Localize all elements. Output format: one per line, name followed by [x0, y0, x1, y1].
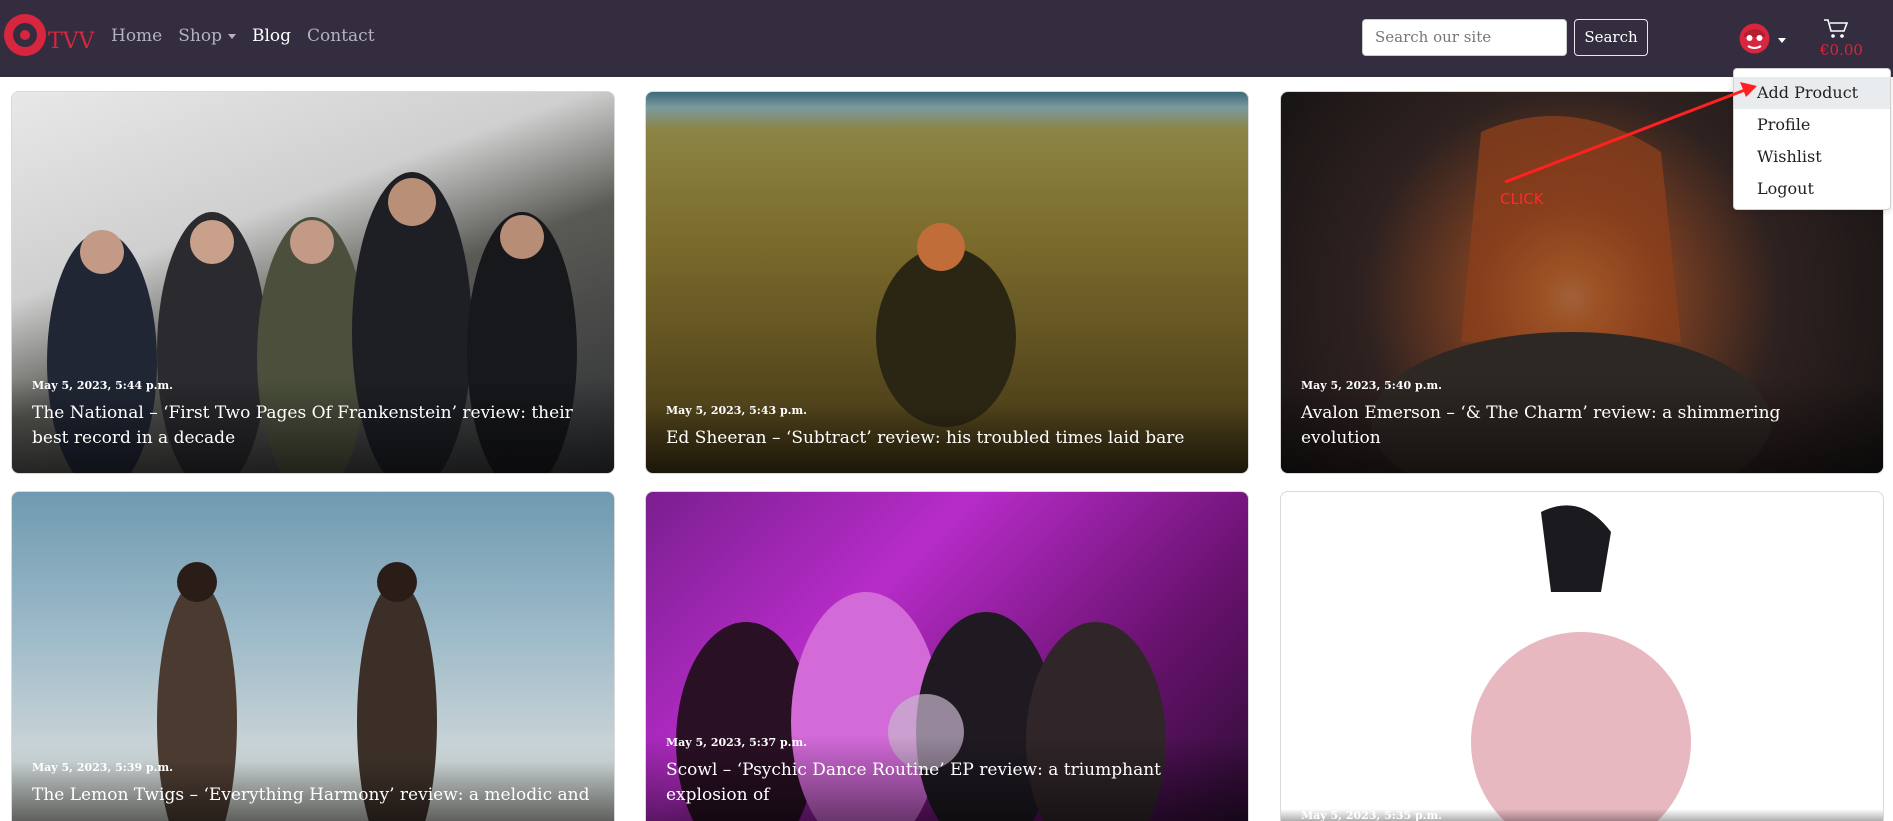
search-input[interactable]: Search our site — [1362, 19, 1567, 56]
nav-home[interactable]: Home — [111, 26, 162, 46]
post-date: May 5, 2023, 5:43 p.m. — [666, 404, 807, 417]
post-date: May 5, 2023, 5:37 p.m. — [666, 736, 807, 749]
brand-name: TVV — [48, 28, 95, 54]
user-avatar-icon[interactable] — [1737, 21, 1772, 56]
blog-card[interactable]: May 5, 2023, 5:43 p.m. Ed Sheeran – ‘Sub… — [645, 91, 1249, 474]
card-caption: May 5, 2023, 5:40 p.m. Avalon Emerson – … — [1281, 379, 1883, 473]
menu-item-logout[interactable]: Logout — [1734, 173, 1890, 205]
post-title[interactable]: Scowl – ‘Psychic Dance Routine’ EP revie… — [666, 758, 1228, 808]
nav-shop[interactable]: Shop — [178, 26, 236, 46]
search-button[interactable]: Search — [1574, 19, 1648, 56]
menu-item-profile[interactable]: Profile — [1734, 109, 1890, 141]
post-date: May 5, 2023, 5:44 p.m. — [32, 379, 173, 392]
blog-card[interactable]: May 5, 2023, 5:35 p.m. — [1280, 491, 1884, 821]
nav-shop-label: Shop — [178, 26, 222, 46]
user-dropdown-menu: Add Product Profile Wishlist Logout — [1733, 68, 1891, 210]
nav-contact[interactable]: Contact — [307, 26, 375, 46]
user-menu-caret-icon[interactable] — [1778, 38, 1786, 43]
cart-total[interactable]: €0.00 — [1820, 41, 1863, 59]
menu-item-add-product[interactable]: Add Product — [1734, 77, 1890, 109]
brand-logo[interactable]: TVV — [4, 14, 94, 56]
post-title[interactable]: Avalon Emerson – ‘& The Charm’ review: a… — [1301, 401, 1863, 451]
post-title[interactable]: Ed Sheeran – ‘Subtract’ review: his trou… — [666, 426, 1228, 451]
post-title[interactable]: The Lemon Twigs – ‘Everything Harmony’ r… — [32, 783, 594, 808]
blog-card[interactable]: May 5, 2023, 5:44 p.m. The National – ‘F… — [11, 91, 615, 474]
main-nav: Home Shop Blog Contact — [111, 26, 375, 46]
menu-item-wishlist[interactable]: Wishlist — [1734, 141, 1890, 173]
card-caption: May 5, 2023, 5:35 p.m. — [1281, 809, 1883, 821]
post-date: May 5, 2023, 5:35 p.m. — [1301, 809, 1442, 821]
post-title[interactable]: The National – ‘First Two Pages Of Frank… — [32, 401, 594, 451]
blog-card[interactable]: May 5, 2023, 5:39 p.m. The Lemon Twigs –… — [11, 491, 615, 821]
annotation-label: CLICK — [1500, 190, 1544, 208]
card-caption: May 5, 2023, 5:37 p.m. Scowl – ‘Psychic … — [646, 736, 1248, 821]
nav-blog[interactable]: Blog — [252, 26, 291, 46]
card-caption: May 5, 2023, 5:44 p.m. The National – ‘F… — [12, 379, 614, 473]
vinyl-logo-icon — [4, 14, 46, 56]
model-photo-image — [1471, 505, 1691, 821]
chevron-down-icon — [227, 34, 236, 39]
card-caption: May 5, 2023, 5:39 p.m. The Lemon Twigs –… — [12, 761, 614, 821]
post-date: May 5, 2023, 5:39 p.m. — [32, 761, 173, 774]
top-navbar: TVV Home Shop Blog Contact Search our si… — [0, 0, 1893, 77]
cart-icon[interactable] — [1822, 16, 1850, 40]
post-date: May 5, 2023, 5:40 p.m. — [1301, 379, 1442, 392]
blog-card[interactable]: May 5, 2023, 5:37 p.m. Scowl – ‘Psychic … — [645, 491, 1249, 821]
card-caption: May 5, 2023, 5:43 p.m. Ed Sheeran – ‘Sub… — [646, 404, 1248, 473]
